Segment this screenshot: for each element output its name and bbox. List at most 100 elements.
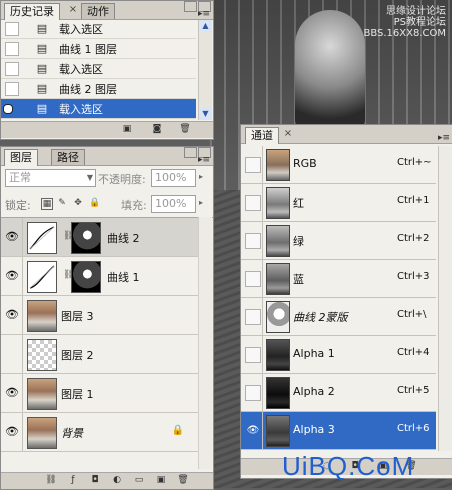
layer-list: 👁 ⛓ 曲线 2 👁 ⛓ 曲线 1 👁 图层 3 图层 2 👁 图层 1 👁 背… [1, 217, 213, 470]
chevron-down-icon[interactable]: ▼ [87, 170, 93, 186]
layer-mask-thumbnail[interactable] [71, 261, 101, 293]
channels-scrollbar[interactable] [438, 146, 452, 451]
channel-row-alpha-3[interactable]: 👁 Alpha 3 Ctrl+6 [241, 412, 436, 450]
channel-list: RGB Ctrl+~ 红 Ctrl+1 绿 Ctrl+2 蓝 Ctrl+3 曲线… [241, 146, 438, 451]
eye-icon[interactable] [245, 271, 261, 287]
eye-icon[interactable] [245, 385, 261, 401]
history-source-checkbox[interactable] [5, 62, 19, 76]
scroll-down-icon[interactable]: ▼ [199, 108, 212, 120]
watermark-line-1: 思缘设计论坛 [386, 6, 446, 17]
fill-label: 填充: [121, 199, 147, 212]
history-panel: 历史记录 × 动作 ▸≡ ▤ 载入选区 ▤ 曲线 1 图层 ▤ 载入选区 ▤ 曲… [0, 0, 214, 140]
panel-menu-icon[interactable]: ▸≡ [438, 133, 450, 145]
link-layers-icon[interactable]: ⛓ [45, 475, 57, 486]
channel-row-alpha-1[interactable]: Alpha 1 Ctrl+4 [241, 336, 436, 374]
opacity-field[interactable]: 100% [151, 169, 196, 187]
channels-close-icon[interactable]: × [282, 128, 294, 140]
blend-mode-select[interactable]: 正常 ▼ [5, 169, 96, 187]
history-footer: ▣ ◙ 🗑 [1, 121, 213, 138]
eye-icon[interactable] [245, 347, 261, 363]
layer-row-curves-2[interactable]: 👁 ⛓ 曲线 2 [1, 218, 208, 257]
watermark-line-3: BBS.16XX8.COM [363, 28, 446, 39]
layers-panel: 图层 路径 ▸≡ 正常 ▼ 不透明度: 100% ▸ 锁定: ▦ ✎ ✥ 🔒 填… [0, 146, 214, 490]
layers-footer: ⛓ ƒ ◘ ◐ ▭ ▣ 🗑 [1, 472, 213, 489]
lock-position-icon[interactable]: ✥ [73, 198, 83, 208]
eye-icon[interactable] [245, 195, 261, 211]
channel-row-red[interactable]: 红 Ctrl+1 [241, 184, 436, 222]
channel-row-green[interactable]: 绿 Ctrl+2 [241, 222, 436, 260]
channel-thumbnail [266, 377, 290, 409]
adjustment-layer-icon[interactable]: ◐ [111, 475, 123, 486]
watermark: 思缘设计论坛 PS教程论坛 BBS.16XX8.COM [363, 6, 446, 39]
tab-channels[interactable]: 通道 [245, 127, 279, 144]
lock-label: 锁定: [5, 199, 31, 212]
history-step-icon: ▤ [36, 22, 48, 35]
layer-row-1[interactable]: 👁 图层 1 [1, 374, 208, 413]
eye-icon[interactable] [245, 233, 261, 249]
fill-field[interactable]: 100% [151, 195, 196, 213]
channel-row-alpha-2[interactable]: Alpha 2 Ctrl+5 [241, 374, 436, 412]
new-layer-icon[interactable]: ▣ [155, 475, 167, 486]
history-source-checkbox[interactable] [5, 22, 19, 36]
history-item[interactable]: ▤ 曲线 2 图层 [1, 79, 196, 99]
new-group-icon[interactable]: ▭ [133, 475, 145, 486]
layer-thumbnail [27, 339, 57, 371]
history-scrollbar[interactable]: ▲ ▼ [198, 20, 212, 120]
trash-icon[interactable]: 🗑 [179, 124, 191, 135]
channel-row-rgb[interactable]: RGB Ctrl+~ [241, 146, 436, 184]
channel-thumbnail [266, 187, 290, 219]
lock-all-icon[interactable]: 🔒 [89, 198, 100, 208]
channel-row-curves-2-mask[interactable]: 曲线 2蒙版 Ctrl+\ [241, 298, 436, 336]
fill-arrow-icon[interactable]: ▸ [199, 198, 203, 207]
tab-layers[interactable]: 图层 [4, 149, 38, 166]
channel-row-blue[interactable]: 蓝 Ctrl+3 [241, 260, 436, 298]
add-mask-icon[interactable]: ◘ [89, 475, 101, 486]
history-step-icon: ▤ [36, 102, 48, 115]
history-source-checkbox[interactable] [5, 82, 19, 96]
history-item[interactable]: ▤ 载入选区 [1, 59, 196, 79]
eye-icon[interactable] [245, 157, 261, 173]
new-snapshot-icon[interactable]: ◙ [151, 124, 163, 135]
new-document-from-state-icon[interactable]: ▣ [121, 124, 133, 135]
eye-icon[interactable] [245, 309, 261, 325]
eye-icon[interactable]: 👁 [5, 425, 19, 439]
layer-thumbnail [27, 417, 57, 449]
panel-minimize-button[interactable] [184, 1, 197, 12]
eye-icon[interactable]: 👁 [5, 386, 19, 400]
layers-scrollbar[interactable] [198, 217, 212, 469]
history-step-icon: ▤ [36, 42, 48, 55]
scroll-up-icon[interactable]: ▲ [199, 20, 212, 32]
history-item[interactable]: ▤ 载入选区 [1, 20, 196, 39]
opacity-arrow-icon[interactable]: ▸ [199, 172, 203, 181]
history-item[interactable]: ▤ 曲线 1 图层 [1, 39, 196, 59]
eye-icon[interactable]: 👁 [5, 269, 19, 283]
layer-mask-thumbnail[interactable] [71, 222, 101, 254]
layer-row-curves-1[interactable]: 👁 ⛓ 曲线 1 [1, 257, 208, 296]
opacity-label: 不透明度: [98, 173, 146, 186]
site-logo: UiBQ.CoM [282, 451, 415, 481]
history-close-icon[interactable]: × [67, 4, 79, 16]
eye-slot[interactable] [5, 347, 19, 361]
trash-icon[interactable]: 🗑 [177, 475, 189, 486]
layer-row-3[interactable]: 👁 图层 3 [1, 296, 208, 335]
tab-actions[interactable]: 动作 [81, 3, 115, 19]
photo-figure [295, 10, 365, 130]
panel-menu-icon[interactable]: ▸≡ [198, 155, 210, 167]
channels-panel: 通道 × ▸≡ RGB Ctrl+~ 红 Ctrl+1 绿 Ctrl+2 蓝 C… [240, 124, 452, 479]
lock-transparency-icon[interactable]: ▦ [41, 198, 53, 210]
layer-row-2[interactable]: 图层 2 [1, 335, 208, 374]
lock-pixels-icon[interactable]: ✎ [57, 198, 67, 208]
channel-thumbnail [266, 263, 290, 295]
layer-row-background[interactable]: 👁 背景 🔒 [1, 413, 208, 452]
layer-thumbnail [27, 378, 57, 410]
history-state-pointer-icon[interactable] [3, 104, 13, 114]
history-item-selected[interactable]: ▤ 载入选区 [1, 99, 196, 119]
eye-icon[interactable]: 👁 [5, 308, 19, 322]
tab-history[interactable]: 历史记录 [4, 3, 60, 20]
tab-paths[interactable]: 路径 [51, 149, 85, 165]
eye-icon[interactable]: 👁 [5, 230, 19, 244]
eye-icon[interactable]: 👁 [245, 423, 261, 439]
layer-style-icon[interactable]: ƒ [67, 475, 79, 486]
history-source-checkbox[interactable] [5, 42, 19, 56]
panel-minimize-button[interactable] [184, 147, 197, 158]
